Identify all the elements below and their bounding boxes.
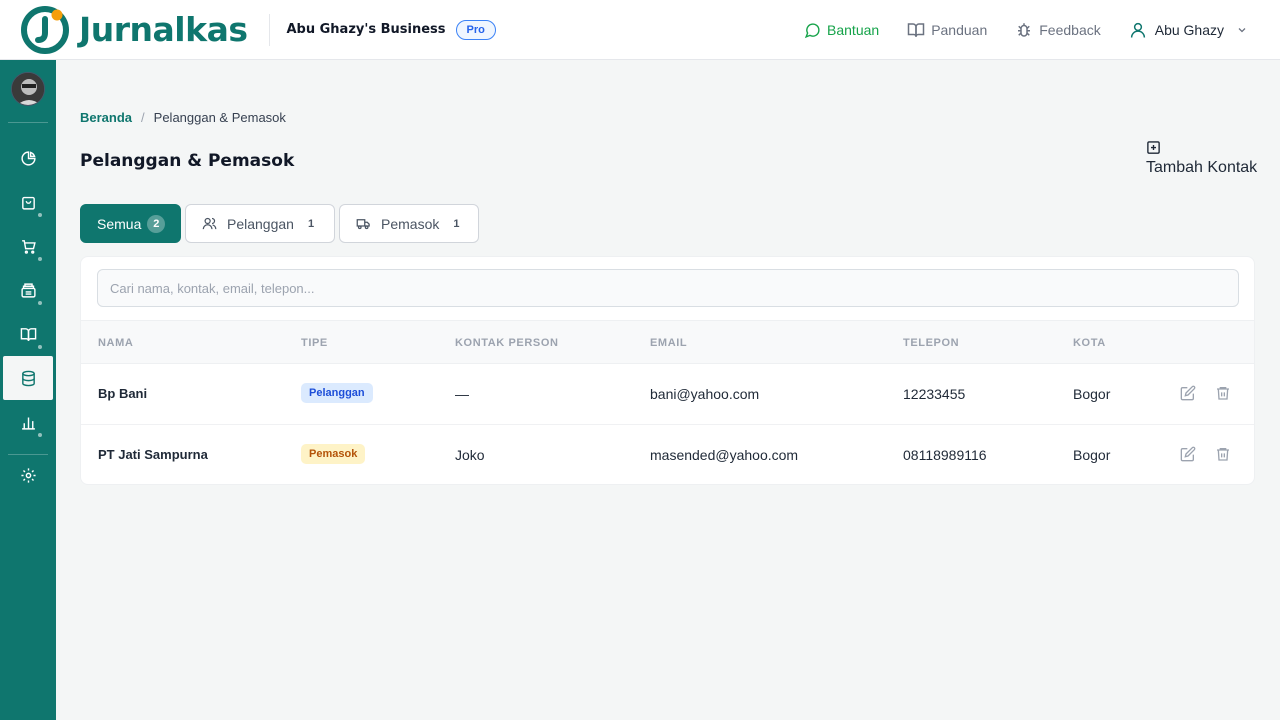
edit-icon[interactable] [1180, 385, 1196, 401]
sidebar-submenu-dot [38, 257, 42, 261]
tab-label: Pelanggan [227, 215, 294, 232]
chat-icon [804, 22, 820, 38]
tab-count: 1 [307, 217, 315, 230]
app-name: Jurnalkas [79, 10, 248, 49]
tab-all[interactable]: Semua 2 [80, 204, 181, 243]
gear-icon [20, 467, 36, 483]
table-header: NAMA TIPE KONTAK PERSON EMAIL TELEPON KO… [81, 320, 1254, 364]
table-row[interactable]: Bp Bani Pelanggan — bani@yahoo.com 12233… [81, 364, 1254, 425]
tab-customers[interactable]: Pelanggan 1 [185, 204, 335, 243]
filter-tabs: Semua 2 Pelanggan 1 Pemasok 1 [80, 204, 483, 243]
sidebar-item-purchase[interactable] [0, 224, 56, 268]
trash-icon[interactable] [1215, 385, 1231, 401]
sidebar-submenu-dot [38, 345, 42, 349]
contact-email: bani@yahoo.com [650, 386, 760, 402]
breadcrumb-separator: / [141, 110, 145, 125]
tab-count: 1 [453, 217, 460, 230]
contact-name: Bp Bani [98, 386, 148, 401]
help-link[interactable]: Bantuan [804, 22, 879, 39]
search-input[interactable] [97, 269, 1239, 307]
sidebar-item-dashboard[interactable] [0, 136, 56, 180]
contact-person: — [455, 386, 469, 402]
bug-icon [1018, 23, 1031, 37]
type-badge: Pemasok [301, 444, 366, 464]
pie-chart-icon [20, 150, 36, 166]
contact-phone: 08118989116 [903, 447, 987, 463]
contact-city: Bogor [1073, 447, 1111, 463]
page-title: Pelanggan & Pemasok [80, 151, 295, 171]
archive-icon [20, 282, 36, 298]
guide-link[interactable]: Panduan [907, 21, 987, 39]
truck-icon [356, 219, 370, 230]
column-header[interactable]: TIPE [301, 337, 328, 349]
contact-city: Bogor [1073, 386, 1111, 402]
sidebar-item-settings[interactable] [0, 453, 56, 497]
contact-name: PT Jati Sampurna [98, 447, 208, 462]
sidebar-submenu-dot [38, 213, 42, 217]
header-divider [269, 13, 271, 46]
sidebar-item-contacts[interactable] [3, 356, 53, 400]
tab-count: 2 [147, 214, 166, 233]
sidebar-submenu-dot [38, 301, 42, 305]
type-badge: Pelanggan [301, 383, 373, 403]
tab-label: Pemasok [381, 215, 440, 232]
sidebar-item-inventory[interactable] [0, 268, 56, 312]
column-header[interactable]: NAMA [98, 337, 133, 349]
user-icon [1130, 22, 1145, 38]
sidebar-submenu-dot [38, 433, 42, 437]
breadcrumb: Beranda / Pelanggan & Pemasok [80, 110, 286, 125]
add-contact-button[interactable]: Tambah Kontak [1146, 140, 1276, 177]
trash-icon[interactable] [1215, 446, 1231, 462]
plus-square-icon [1147, 141, 1160, 154]
user-menu[interactable]: Abu Ghazy [1129, 21, 1248, 39]
logo-mark-icon [20, 5, 70, 55]
contacts-card: NAMA TIPE KONTAK PERSON EMAIL TELEPON KO… [80, 256, 1255, 485]
sidebar [0, 60, 56, 720]
column-header[interactable]: TELEPON [903, 337, 959, 349]
top-header: Jurnalkas Abu Ghazy's Business Pro Bantu… [0, 0, 1280, 60]
book-open-icon [907, 23, 925, 37]
column-header[interactable]: KOTA [1073, 337, 1106, 349]
users-icon [202, 217, 217, 230]
bar-chart-icon [21, 417, 35, 430]
contact-phone: 12233455 [903, 386, 966, 402]
shopping-bag-icon [21, 196, 35, 210]
contact-person: Joko [455, 447, 485, 463]
feedback-link[interactable]: Feedback [1015, 21, 1101, 39]
cart-icon [21, 239, 36, 254]
sidebar-item-sales[interactable] [0, 180, 56, 224]
sidebar-item-accounting[interactable] [0, 312, 56, 356]
plan-badge: Pro [455, 19, 496, 40]
column-header[interactable]: EMAIL [650, 337, 687, 349]
breadcrumb-current: Pelanggan & Pemasok [153, 110, 286, 125]
add-contact-label: Tambah Kontak [1146, 159, 1258, 176]
chevron-down-icon [1238, 28, 1246, 33]
help-label: Bantuan [827, 22, 880, 38]
app-logo[interactable]: Jurnalkas [20, 0, 248, 60]
contact-email: masended@yahoo.com [650, 447, 799, 463]
business-name[interactable]: Abu Ghazy's Business [286, 22, 445, 37]
table-row[interactable]: PT Jati Sampurna Pemasok Joko masended@y… [81, 425, 1254, 484]
database-icon [21, 370, 35, 386]
guide-label: Panduan [931, 22, 988, 38]
sidebar-divider [8, 122, 48, 123]
tab-label: Semua [97, 215, 142, 232]
breadcrumb-home[interactable]: Beranda [80, 110, 132, 125]
user-name: Abu Ghazy [1154, 22, 1224, 38]
feedback-label: Feedback [1039, 22, 1101, 38]
sidebar-item-reports[interactable] [0, 400, 56, 444]
column-header[interactable]: KONTAK PERSON [455, 337, 559, 349]
book-icon [20, 327, 36, 341]
avatar[interactable] [11, 72, 45, 106]
edit-icon[interactable] [1180, 446, 1196, 462]
tab-suppliers[interactable]: Pemasok 1 [339, 204, 479, 243]
